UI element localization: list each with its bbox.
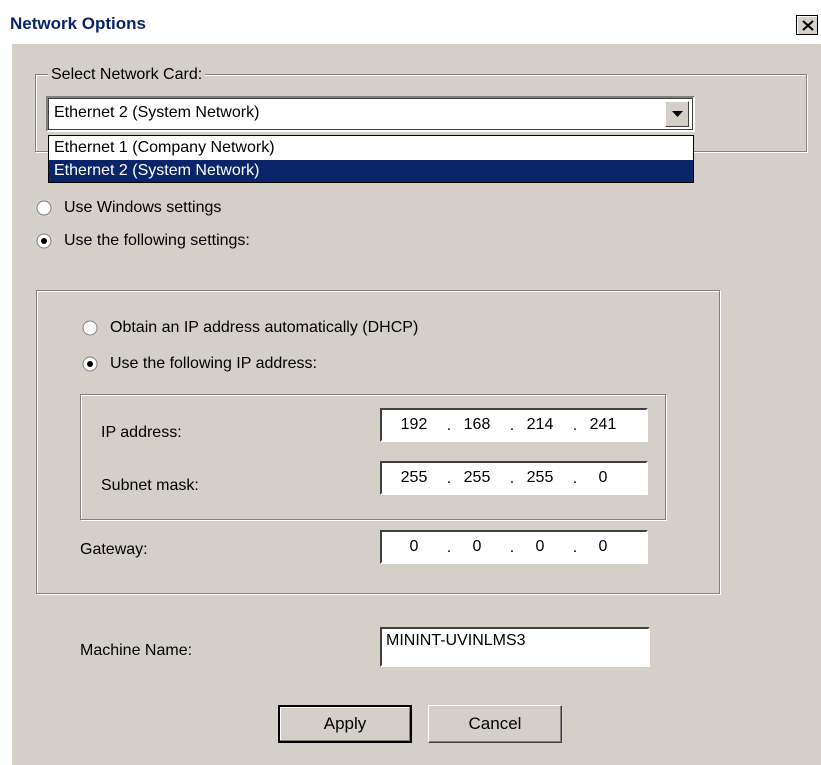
close-icon — [802, 20, 814, 31]
subnet-mask-label: Subnet mask: — [101, 477, 199, 494]
ip-octet-1[interactable]: 192 — [392, 416, 436, 434]
machine-name-label: Machine Name: — [80, 642, 193, 659]
subnet-mask-input[interactable]: 255 . 255 . 255 . 0 — [380, 461, 648, 495]
subnet-octet-1[interactable]: 255 — [392, 469, 436, 487]
network-card-dropdown-list: Ethernet 1 (Company Network) Ethernet 2 … — [48, 135, 694, 183]
window-title: Network Options — [10, 14, 147, 33]
radio-checked-icon — [36, 233, 52, 249]
ip-address-input[interactable]: 192 . 168 . 214 . 241 — [380, 408, 648, 442]
gateway-separator: . — [572, 539, 578, 556]
gateway-label: Gateway: — [80, 541, 148, 558]
apply-button[interactable]: Apply — [278, 705, 412, 743]
window-edge — [0, 44, 12, 765]
dropdown-option-ethernet-2[interactable]: Ethernet 2 (System Network) — [49, 160, 693, 182]
cancel-button[interactable]: Cancel — [428, 705, 562, 743]
chevron-down-icon — [672, 111, 683, 117]
ip-octet-4[interactable]: 241 — [581, 416, 625, 434]
subnet-octet-4[interactable]: 0 — [581, 469, 625, 487]
use-following-settings-label: Use the following settings: — [64, 232, 250, 249]
subnet-separator: . — [572, 470, 578, 487]
ip-address-label: IP address: — [101, 424, 182, 441]
gateway-separator: . — [509, 539, 515, 556]
use-windows-settings-label: Use Windows settings — [64, 199, 222, 216]
gateway-octet-2[interactable]: 0 — [455, 538, 499, 556]
network-card-select[interactable]: Ethernet 2 (System Network) — [46, 96, 695, 132]
gateway-octet-4[interactable]: 0 — [581, 538, 625, 556]
dropdown-button[interactable] — [665, 101, 689, 127]
subnet-octet-3[interactable]: 255 — [518, 469, 562, 487]
machine-name-value: MININT-UVINLMS3 — [386, 632, 526, 649]
dhcp-label: Obtain an IP address automatically (DHCP… — [110, 319, 419, 336]
gateway-octet-1[interactable]: 0 — [392, 538, 436, 556]
static-ip-label: Use the following IP address: — [110, 355, 317, 372]
machine-name-input[interactable]: MININT-UVINLMS3 — [380, 627, 650, 667]
close-button[interactable] — [796, 15, 818, 35]
network-card-group-label: Select Network Card: — [48, 66, 206, 84]
network-card-selected-value: Ethernet 2 (System Network) — [54, 104, 260, 121]
ip-separator: . — [572, 417, 578, 434]
dropdown-option-ethernet-1[interactable]: Ethernet 1 (Company Network) — [49, 137, 693, 159]
title-bar[interactable]: Network Options — [0, 0, 821, 44]
radio-checked-icon — [82, 356, 98, 372]
ip-octet-2[interactable]: 168 — [455, 416, 499, 434]
subnet-separator: . — [446, 470, 452, 487]
subnet-octet-2[interactable]: 255 — [455, 469, 499, 487]
ip-separator: . — [446, 417, 452, 434]
ip-octet-3[interactable]: 214 — [518, 416, 562, 434]
radio-unchecked-icon — [82, 320, 98, 336]
ip-separator: . — [509, 417, 515, 434]
gateway-separator: . — [446, 539, 452, 556]
subnet-separator: . — [509, 470, 515, 487]
radio-unchecked-icon — [36, 200, 52, 216]
gateway-octet-3[interactable]: 0 — [518, 538, 562, 556]
gateway-input[interactable]: 0 . 0 . 0 . 0 — [380, 530, 648, 564]
